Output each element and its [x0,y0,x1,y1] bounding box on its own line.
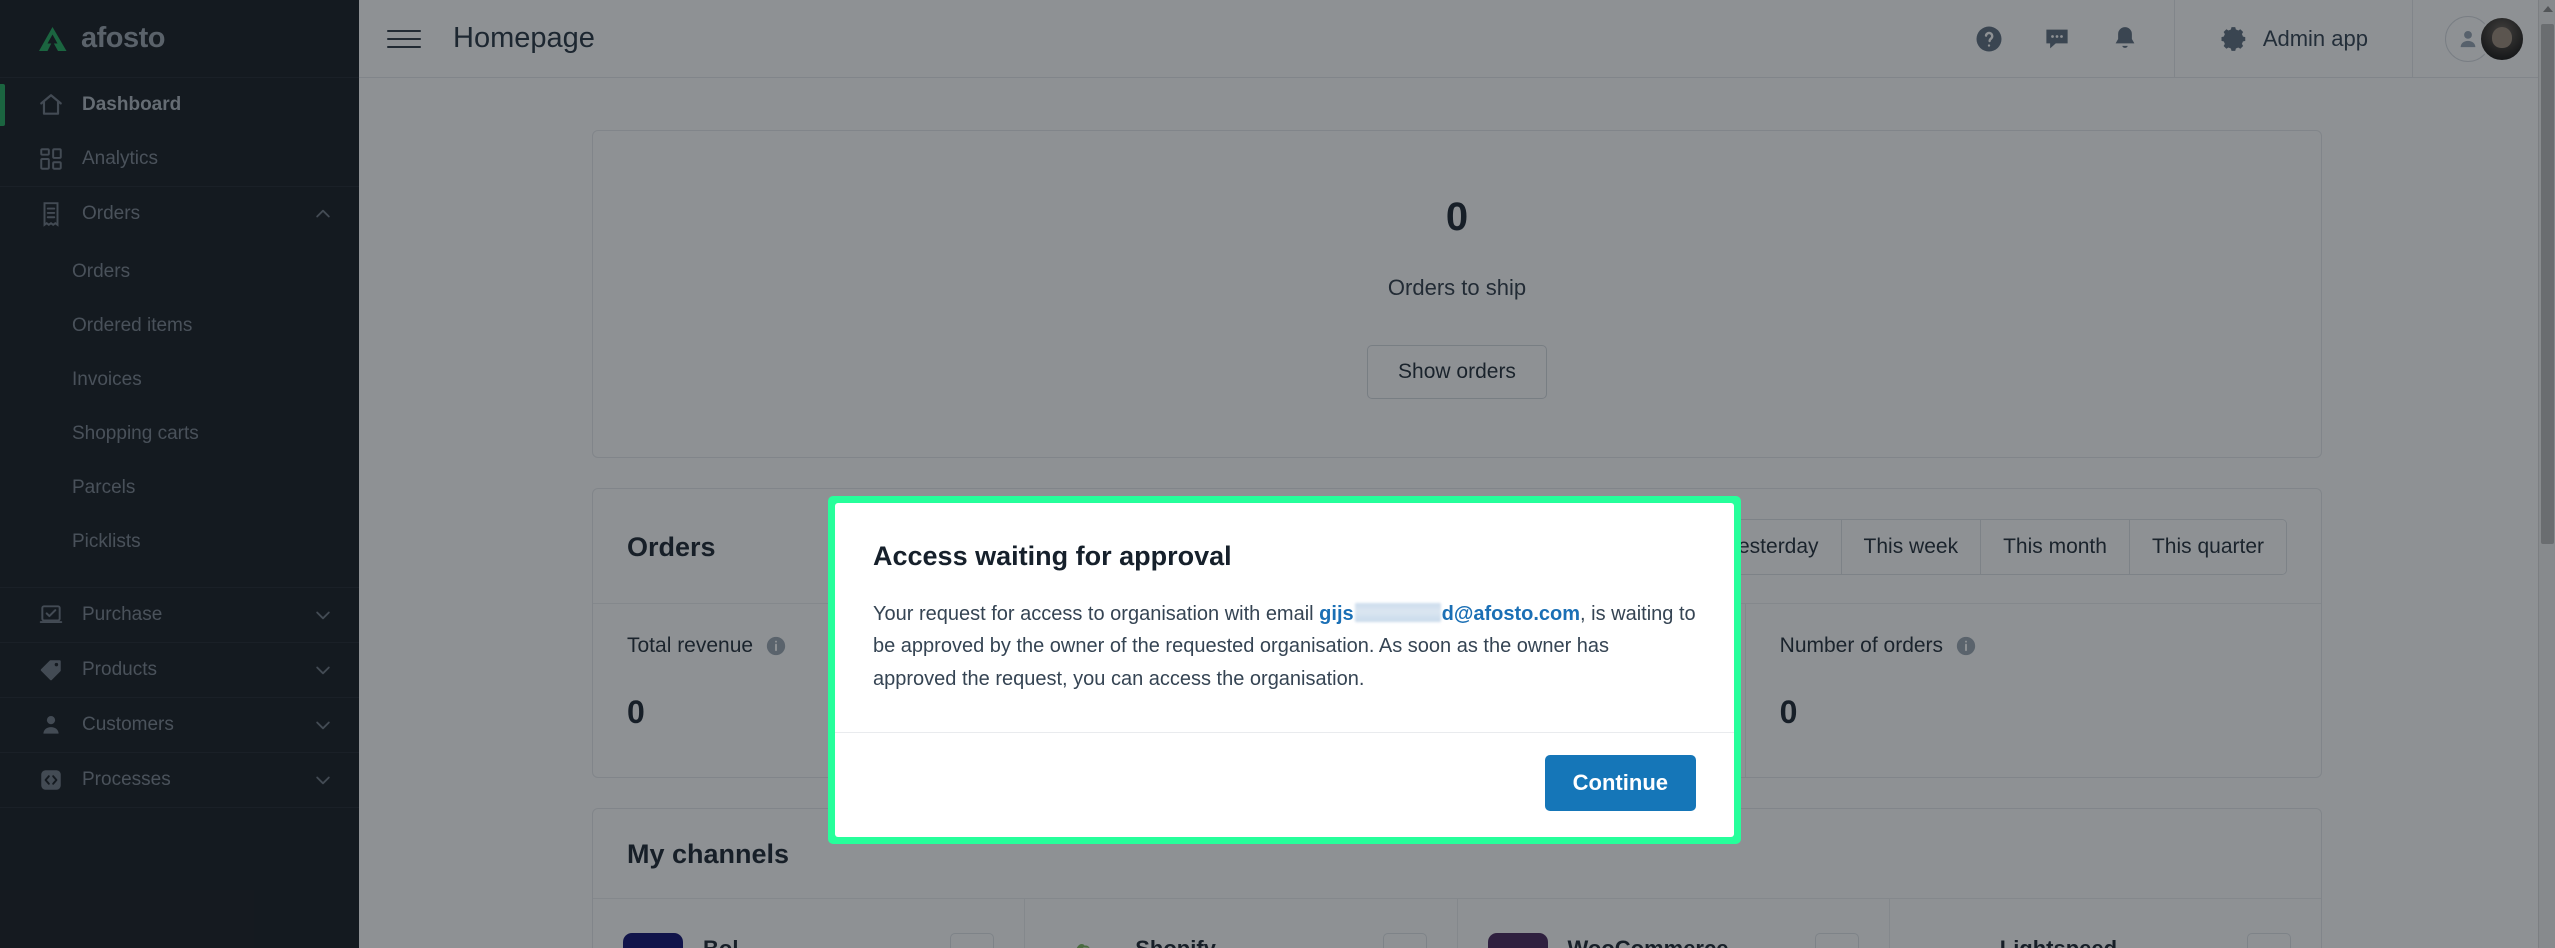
modal-email-prefix[interactable]: gijs [1319,603,1353,625]
access-approval-modal: Access waiting for approval Your request… [835,503,1734,837]
modal-footer: Continue [835,732,1734,837]
modal-email-suffix[interactable]: d@afosto.com [1442,603,1580,625]
continue-button[interactable]: Continue [1544,755,1696,811]
modal-text-before-email: Your request for access to organisation … [873,603,1320,625]
modal-title: Access waiting for approval [873,541,1232,571]
modal-highlight-border: Access waiting for approval Your request… [828,496,1741,844]
modal-message: Your request for access to organisation … [873,598,1696,695]
modal-body: Access waiting for approval Your request… [835,503,1734,732]
app-root: afosto Dashboard Analytics Orders Orders… [0,0,2555,948]
redacted-email-block [1354,603,1441,622]
